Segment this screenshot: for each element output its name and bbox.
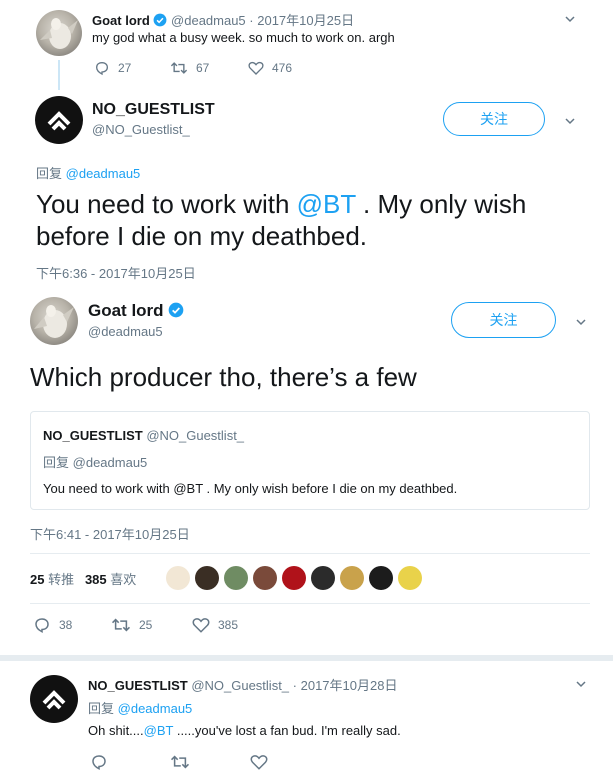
retweet-button[interactable] — [170, 753, 198, 771]
like-count: 385 — [218, 618, 239, 632]
liker-avatar[interactable] — [166, 566, 190, 590]
tweet-text-part: You need to work with — [36, 189, 297, 219]
like-button[interactable] — [250, 753, 276, 771]
reply-to-link[interactable]: @deadmau5 — [118, 701, 193, 716]
reply-prefix: 回复 — [36, 166, 63, 181]
avatar[interactable] — [30, 297, 78, 345]
mention-link[interactable]: @BT — [297, 189, 356, 219]
follow-button[interactable]: 关注 — [451, 302, 556, 338]
goat-avatar-icon — [34, 305, 74, 338]
tweet-header: NO_GUESTLIST @NO_Guestlist_ · 2017年10月28… — [88, 675, 397, 694]
reply-count: 38 — [59, 618, 73, 632]
like-stat-count[interactable]: 385 — [85, 572, 107, 587]
quote-reply-prefix: 回复 — [43, 455, 70, 470]
tweet-text: my god what a busy week. so much to work… — [92, 30, 395, 45]
avatar[interactable] — [30, 675, 78, 723]
chevron-down-icon[interactable] — [576, 317, 586, 327]
liker-avatar[interactable] — [282, 566, 306, 590]
display-name[interactable]: Goat lord — [88, 301, 164, 320]
display-name[interactable]: Goat lord — [92, 13, 150, 28]
liker-avatar[interactable] — [311, 566, 335, 590]
quote-reply-to: @deadmau5 — [72, 455, 148, 470]
reply-count: 27 — [118, 61, 132, 75]
reply-icon — [92, 755, 106, 770]
thread-connector — [58, 60, 60, 90]
tweet-text-part: .....you've lost a fan bud. I'm really s… — [173, 723, 401, 738]
liker-avatar[interactable] — [369, 566, 393, 590]
retweet-button[interactable]: 67 — [170, 60, 209, 76]
quote-display-name: NO_GUESTLIST — [43, 428, 143, 443]
tweet-text-part: Oh shit.... — [88, 723, 144, 738]
tweet-text: Oh shit....@BT .....you've lost a fan bu… — [88, 723, 401, 738]
heart-icon — [248, 61, 264, 75]
reply-context: 回复 @deadmau5 — [36, 163, 140, 182]
chevron-down-icon[interactable] — [576, 679, 586, 689]
quote-handle: @NO_Guestlist_ — [146, 428, 245, 443]
handle[interactable]: @NO_Guestlist_ — [92, 122, 190, 137]
reply-button[interactable]: 38 — [33, 616, 72, 634]
timestamp[interactable]: 下午6:41 - 2017年10月25日 — [30, 524, 190, 543]
divider — [30, 603, 590, 604]
divider — [0, 655, 613, 661]
retweet-icon — [111, 618, 131, 632]
display-name[interactable]: NO_GUESTLIST — [92, 101, 215, 119]
divider — [30, 553, 590, 554]
reply-icon — [95, 61, 109, 76]
liker-avatar[interactable] — [340, 566, 364, 590]
chevron-down-icon[interactable] — [565, 116, 575, 126]
display-name[interactable]: NO_GUESTLIST — [88, 678, 188, 693]
tweet-text: Which producer tho, there’s a few — [30, 362, 417, 392]
no-guestlist-logo-icon — [42, 690, 66, 710]
tweet-text-part: before I die on my deathbed. — [36, 221, 368, 251]
reply-context: 回复 @deadmau5 — [88, 698, 192, 717]
retweet-button[interactable]: 25 — [111, 616, 152, 634]
verified-badge-icon — [153, 13, 167, 27]
avatar[interactable] — [36, 10, 82, 56]
tweet-header: Goat lord @deadmau5 · 2017年10月25日 — [92, 10, 354, 29]
heart-icon — [250, 755, 268, 770]
like-count: 476 — [272, 61, 293, 75]
reply-icon — [35, 618, 49, 633]
like-button[interactable]: 385 — [192, 616, 238, 634]
tweet-text-part: . My only wish — [355, 189, 527, 219]
like-button[interactable]: 476 — [248, 60, 292, 76]
verified-badge-icon — [168, 302, 184, 318]
reply-button[interactable] — [90, 753, 116, 771]
liker-avatar[interactable] — [195, 566, 219, 590]
like-stat-label[interactable]: 喜欢 — [110, 572, 136, 587]
quote-header: NO_GUESTLIST @NO_Guestlist_ — [43, 428, 244, 443]
timestamp[interactable]: 下午6:36 - 2017年10月25日 — [36, 263, 196, 282]
retweet-stat-count[interactable]: 25 — [30, 572, 44, 587]
liker-avatar[interactable] — [398, 566, 422, 590]
retweet-stat-label[interactable]: 转推 — [48, 572, 74, 587]
retweet-icon — [170, 755, 190, 769]
reply-button[interactable]: 27 — [94, 60, 131, 76]
reply-prefix: 回复 — [88, 701, 115, 716]
follow-button[interactable]: 关注 — [443, 102, 545, 136]
chevron-down-icon[interactable] — [565, 14, 575, 24]
handle[interactable]: @deadmau5 — [88, 324, 163, 339]
engagement-stats: 25 转推 385 喜欢 — [30, 569, 136, 588]
retweet-icon — [170, 62, 188, 74]
heart-icon — [192, 618, 210, 633]
retweet-count: 67 — [196, 61, 210, 75]
quote-text: You need to work with @BT . My only wish… — [43, 481, 458, 496]
quoted-tweet-card[interactable]: NO_GUESTLIST @NO_Guestlist_ 回复 @deadmau5… — [30, 411, 590, 510]
goat-avatar-icon — [40, 18, 78, 49]
reply-to-link[interactable]: @deadmau5 — [66, 166, 141, 181]
no-guestlist-logo-icon — [47, 111, 71, 131]
tweet-header: Goat lord — [88, 301, 184, 321]
handle[interactable]: @deadmau5 — [171, 13, 246, 28]
liker-avatar[interactable] — [224, 566, 248, 590]
liker-avatar[interactable] — [253, 566, 277, 590]
retweet-count: 25 — [139, 618, 153, 632]
avatar[interactable] — [35, 96, 83, 144]
mention-link[interactable]: @BT — [144, 723, 174, 738]
quote-reply-context: 回复 @deadmau5 — [43, 452, 147, 471]
tweet-date[interactable]: · 2017年10月25日 — [249, 13, 354, 28]
handle[interactable]: @NO_Guestlist_ — [191, 678, 289, 693]
tweet-date[interactable]: · 2017年10月28日 — [293, 678, 398, 693]
tweet-text: You need to work with @BT . My only wish… — [36, 188, 596, 252]
